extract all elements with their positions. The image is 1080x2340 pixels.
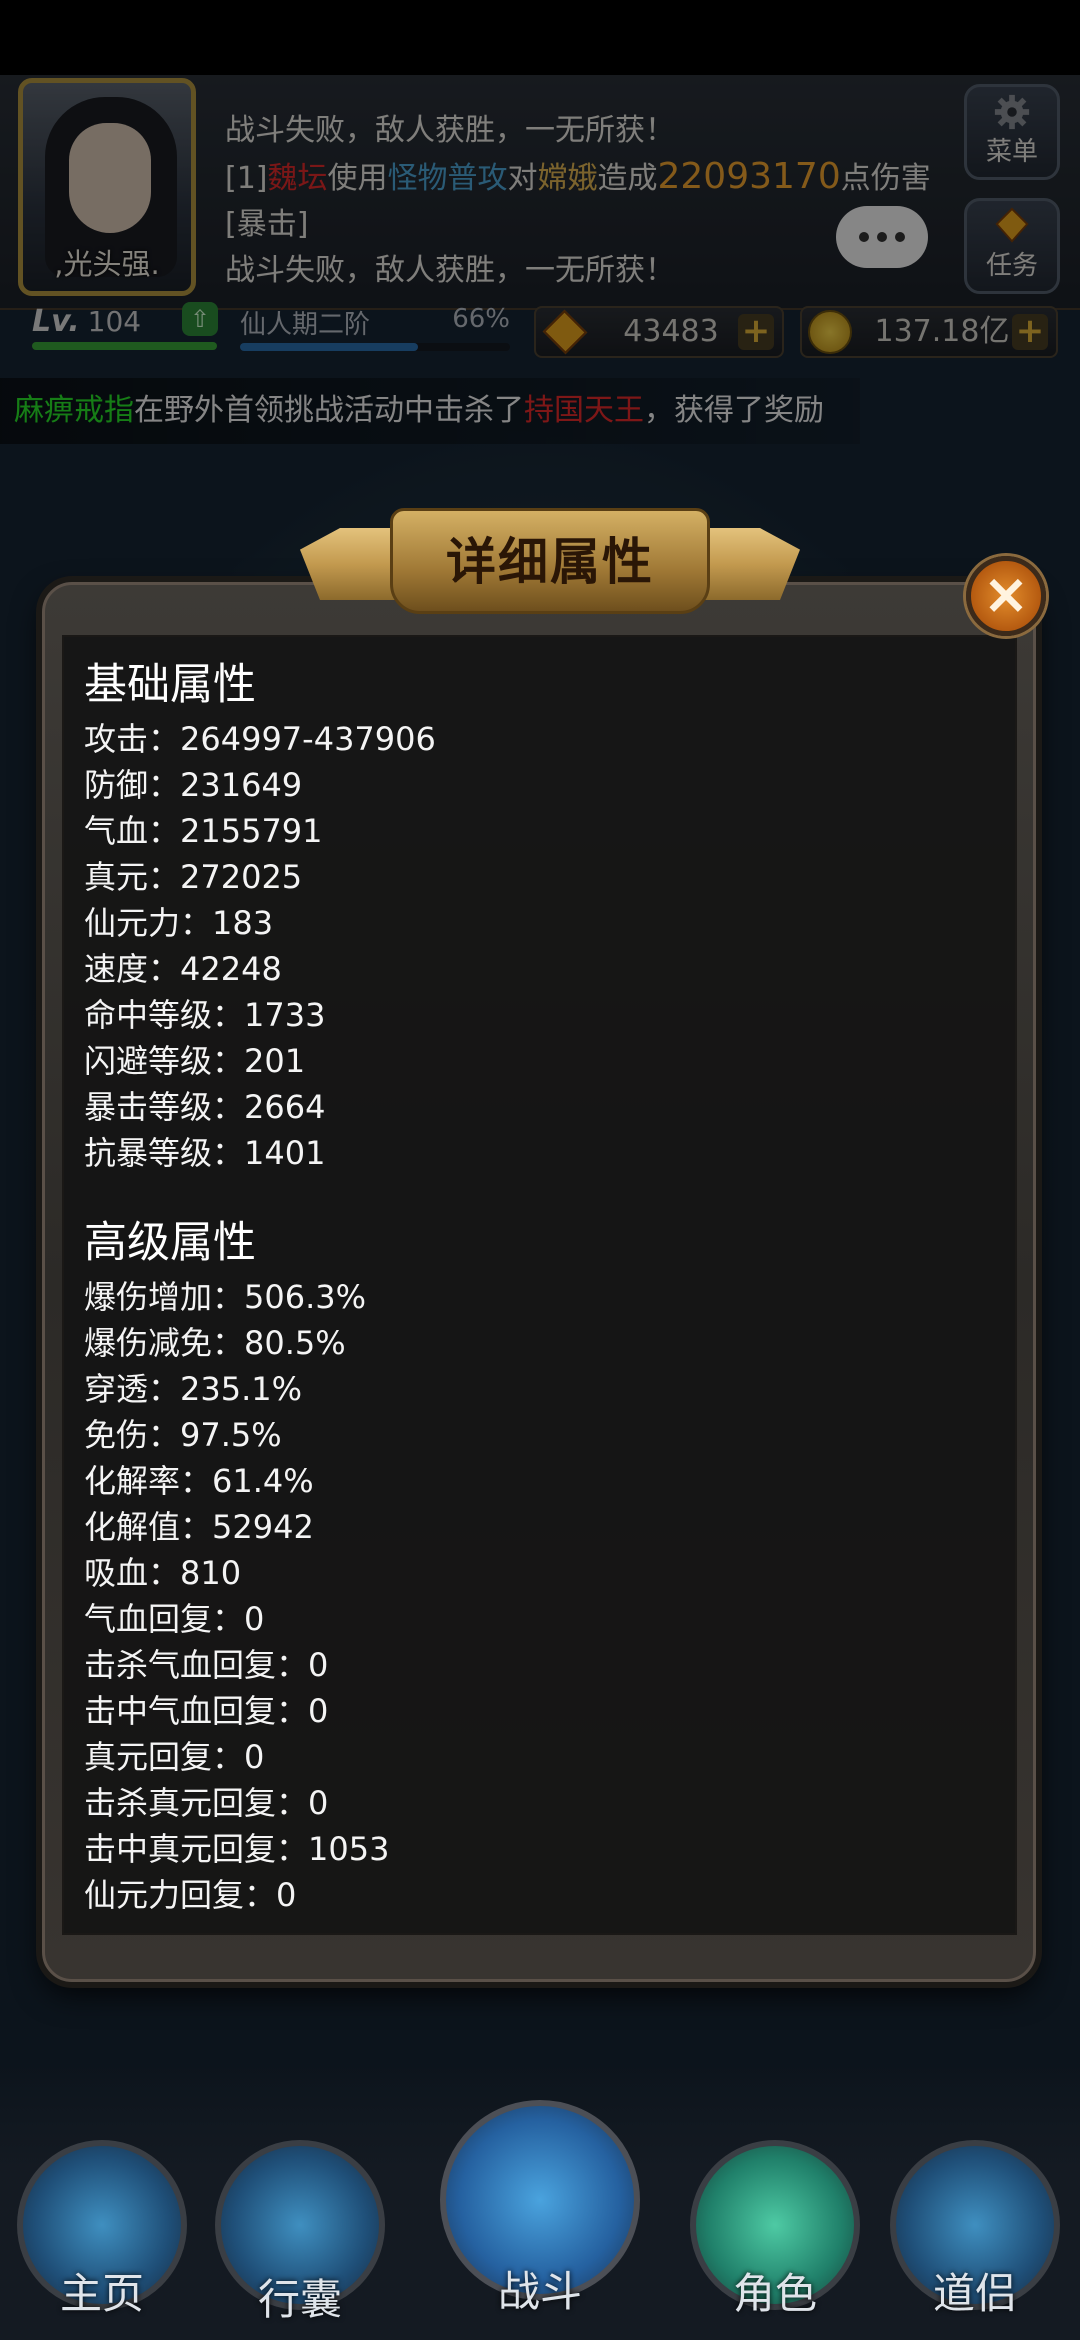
attribute-list: 基础属性 攻击：264997-437906 防御：231649 气血：2155791… [84, 650, 984, 1918]
attribute-row: 爆伤减免：80.5% [84, 1324, 346, 1362]
attribute-row: 气血：2155791 [84, 812, 323, 850]
attribute-row: 真元：272025 [84, 858, 303, 896]
attribute-row: 暴击等级：2664 [84, 1088, 326, 1126]
attribute-row: 免伤：97.5% [84, 1416, 282, 1454]
attribute-row: 攻击：264997-437906 [84, 720, 436, 758]
nav-battle[interactable]: 战斗 [440, 2100, 640, 2316]
attribute-row: 真元回复：0 [84, 1738, 265, 1776]
attribute-row: 吸血：810 [84, 1554, 242, 1592]
basic-attributes-title: 基础属性 [84, 660, 256, 710]
modal-title: 详细属性 [446, 533, 654, 591]
attribute-row: 爆伤增加：506.3% [84, 1278, 367, 1316]
advanced-attributes-title: 高级属性 [84, 1218, 256, 1268]
attribute-row: 命中等级：1733 [84, 996, 326, 1034]
attribute-row: 速度：42248 [84, 950, 282, 988]
attribute-row: 防御：231649 [84, 766, 303, 804]
attribute-row: 化解率：61.4% [84, 1462, 314, 1500]
modal-title-banner: 详细属性 [300, 508, 800, 614]
attribute-row: 击中气血回复：0 [84, 1692, 329, 1730]
attribute-row: 击杀真元回复：0 [84, 1784, 329, 1822]
nav-home[interactable]: 主页 [12, 2140, 192, 2318]
attribute-row: 抗暴等级：1401 [84, 1134, 326, 1172]
close-icon[interactable]: × [966, 556, 1046, 636]
attribute-row: 化解值：52942 [84, 1508, 314, 1546]
attribute-row: 击中真元回复：1053 [84, 1830, 390, 1868]
attribute-row: 闪避等级：201 [84, 1042, 306, 1080]
attribute-row: 仙元力回复：0 [84, 1876, 297, 1914]
attribute-row: 气血回复：0 [84, 1600, 265, 1638]
attribute-row: 仙元力：183 [84, 904, 274, 942]
attribute-row: 击杀气血回复：0 [84, 1646, 329, 1684]
attribute-row: 穿透：235.1% [84, 1370, 303, 1408]
nav-companion[interactable]: 道侣 [885, 2140, 1065, 2318]
nav-role[interactable]: 角色 [685, 2140, 865, 2318]
nav-bag[interactable]: 行囊 [210, 2140, 390, 2324]
